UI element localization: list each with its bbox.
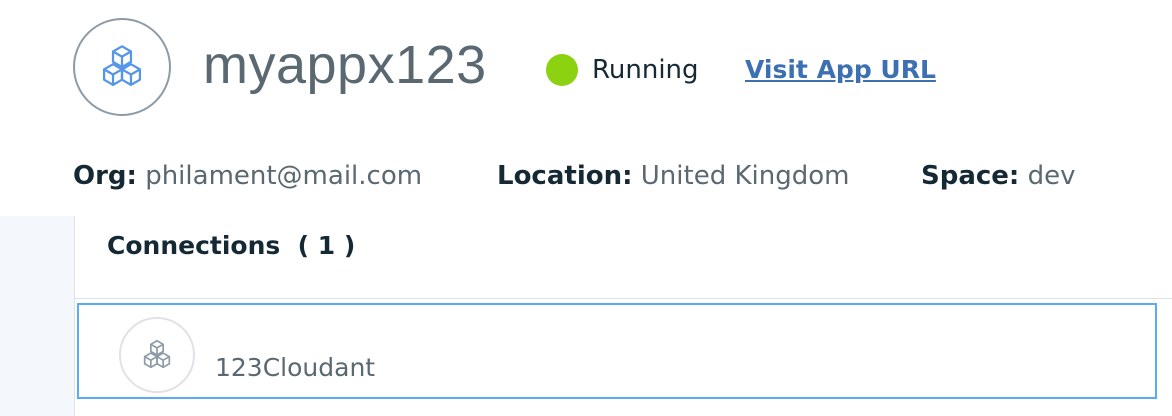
- org-value: philament@mail.com: [145, 161, 423, 191]
- app-header: myappx123 Running Visit App URL Org: phi…: [0, 0, 1172, 216]
- cube-cluster-icon: [102, 45, 142, 87]
- cube-cluster-icon: [143, 339, 171, 369]
- location-value: United Kingdom: [640, 161, 850, 191]
- app-avatar: [73, 18, 171, 116]
- space-key: Space:: [921, 161, 1020, 191]
- connection-avatar: [119, 317, 195, 393]
- org-key: Org:: [73, 161, 137, 191]
- location-info: Location: United Kingdom: [497, 158, 849, 194]
- visit-app-url-link[interactable]: Visit App URL: [745, 52, 936, 88]
- connection-name: 123Cloudant: [215, 353, 376, 382]
- space-info: Space: dev: [921, 158, 1075, 194]
- location-key: Location:: [497, 161, 633, 191]
- status-indicator: [546, 54, 578, 86]
- connection-item-123cloudant[interactable]: 123Cloudant: [77, 303, 1157, 399]
- connections-title: Connections ( 1 ): [107, 231, 356, 260]
- connections-panel: Connections ( 1 ) 123Cloudant: [74, 216, 1172, 416]
- org-info: Org: philament@mail.com: [73, 158, 422, 194]
- space-value: dev: [1027, 161, 1076, 191]
- status-label: Running: [592, 55, 699, 85]
- content-area: Connections ( 1 ) 123Cloudant: [0, 216, 1172, 416]
- app-name: myappx123: [203, 35, 487, 95]
- divider: [75, 298, 1172, 299]
